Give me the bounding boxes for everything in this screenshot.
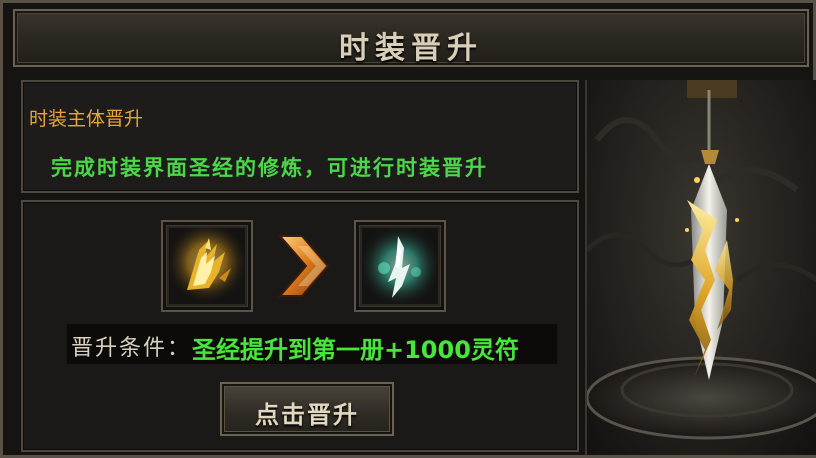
double-chevron-right-icon — [277, 235, 330, 297]
condition-label: 晋升条件： — [71, 336, 192, 361]
upgrade-button[interactable]: 点击晋升 — [220, 382, 394, 436]
condition-value: 圣经提升到第一册+1000灵符 — [192, 336, 519, 364]
info-panel: 时装主体晋升 完成时装界面圣经的修炼，可进行时装晋升 — [21, 80, 579, 193]
title-bar: 时装晋升 — [13, 9, 809, 67]
item-preview — [585, 80, 816, 455]
cyan-spirit-blade-icon — [362, 228, 438, 304]
upgrade-panel: 晋升条件： 圣经提升到第一册+1000灵符 点击晋升 — [21, 200, 579, 452]
golden-sword-model-icon — [587, 80, 816, 440]
golden-flame-blade-icon — [169, 228, 245, 304]
info-subtitle: 时装主体晋升 — [29, 108, 144, 130]
upgraded-item-slot[interactable] — [354, 220, 446, 312]
upgrade-button-label: 点击晋升 — [255, 401, 359, 429]
current-item-slot[interactable] — [161, 220, 253, 312]
upgrade-condition: 晋升条件： 圣经提升到第一册+1000灵符 — [67, 324, 557, 364]
upgrade-window: 时装晋升 时装主体晋升 完成时装界面圣经的修炼，可进行时装晋升 晋升条件： 圣经… — [0, 0, 816, 458]
info-description: 完成时装界面圣经的修炼，可进行时装晋升 — [51, 156, 488, 180]
window-title: 时装晋升 — [339, 31, 483, 66]
